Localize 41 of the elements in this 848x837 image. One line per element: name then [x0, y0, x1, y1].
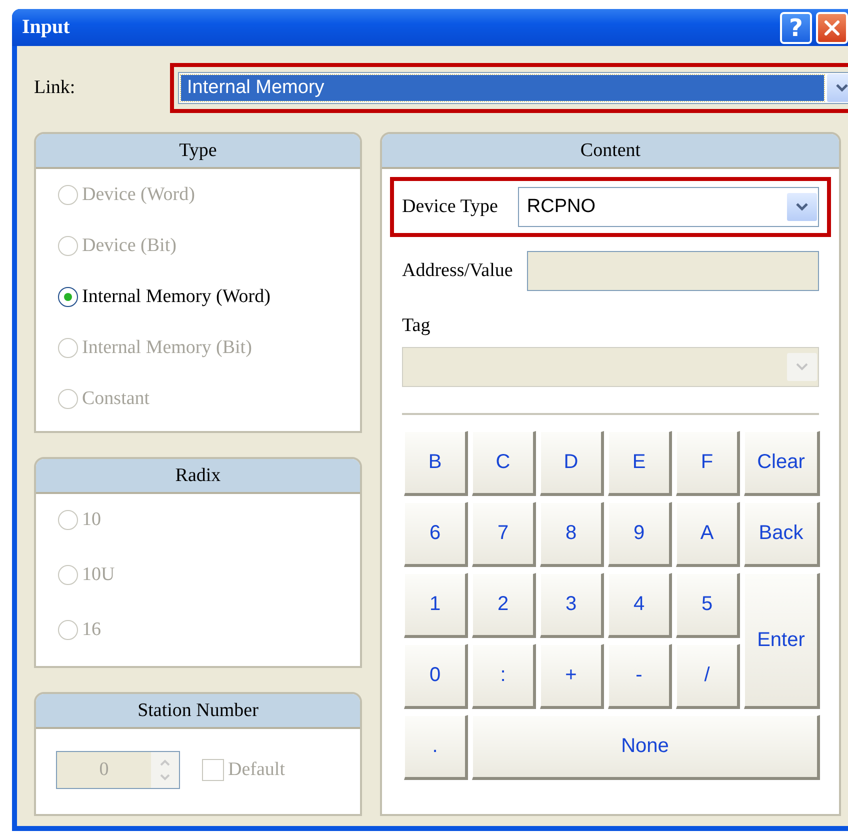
panel-header: Type: [36, 134, 360, 169]
keypad-key[interactable]: 8: [540, 502, 604, 567]
radio-option[interactable]: Internal Memory (Word): [58, 285, 338, 309]
device-type-label: Device Type: [402, 196, 498, 218]
close-button[interactable]: [816, 12, 848, 44]
keypad-key[interactable]: :: [472, 644, 536, 709]
keypad-key[interactable]: 0: [404, 644, 468, 709]
keypad-key[interactable]: F: [676, 431, 740, 496]
panel-header: Radix: [36, 459, 360, 494]
address-label: Address/Value: [402, 260, 513, 282]
keypad-key[interactable]: None: [472, 715, 820, 780]
keypad-key[interactable]: 5: [676, 573, 740, 638]
keypad-key[interactable]: .: [404, 715, 468, 780]
link-label: Link:: [34, 77, 76, 99]
keypad-key[interactable]: 7: [472, 502, 536, 567]
keypad-key[interactable]: 4: [608, 573, 672, 638]
keypad-key[interactable]: 9: [608, 502, 672, 567]
panel-header: Station Number: [36, 694, 360, 729]
keypad-key[interactable]: B: [404, 431, 468, 496]
keypad-key[interactable]: Clear: [744, 431, 820, 496]
keypad-key[interactable]: A: [676, 502, 740, 567]
keypad-key[interactable]: 6: [404, 502, 468, 567]
keypad-key[interactable]: 2: [472, 573, 536, 638]
help-button[interactable]: ?: [780, 12, 812, 44]
tag-label: Tag: [402, 315, 432, 337]
keypad-key[interactable]: E: [608, 431, 672, 496]
keypad-key[interactable]: -: [608, 644, 672, 709]
keypad-key[interactable]: Enter: [744, 573, 820, 709]
window-title: Input: [22, 16, 71, 39]
panel-header: Content: [382, 134, 839, 169]
device-type-value: RCPNO: [526, 195, 597, 219]
keypad-key[interactable]: +: [540, 644, 604, 709]
keypad-key[interactable]: C: [472, 431, 536, 496]
keypad-key[interactable]: 3: [540, 573, 604, 638]
keypad-key[interactable]: /: [676, 644, 740, 709]
keypad-key[interactable]: D: [540, 431, 604, 496]
link-value: Internal Memory: [181, 75, 824, 101]
link-dropdown[interactable]: Internal Memory: [178, 72, 848, 104]
keypad-key[interactable]: Back: [744, 502, 820, 567]
device-type-dropdown[interactable]: RCPNO: [518, 187, 819, 227]
keypad-key[interactable]: 1: [404, 573, 468, 638]
